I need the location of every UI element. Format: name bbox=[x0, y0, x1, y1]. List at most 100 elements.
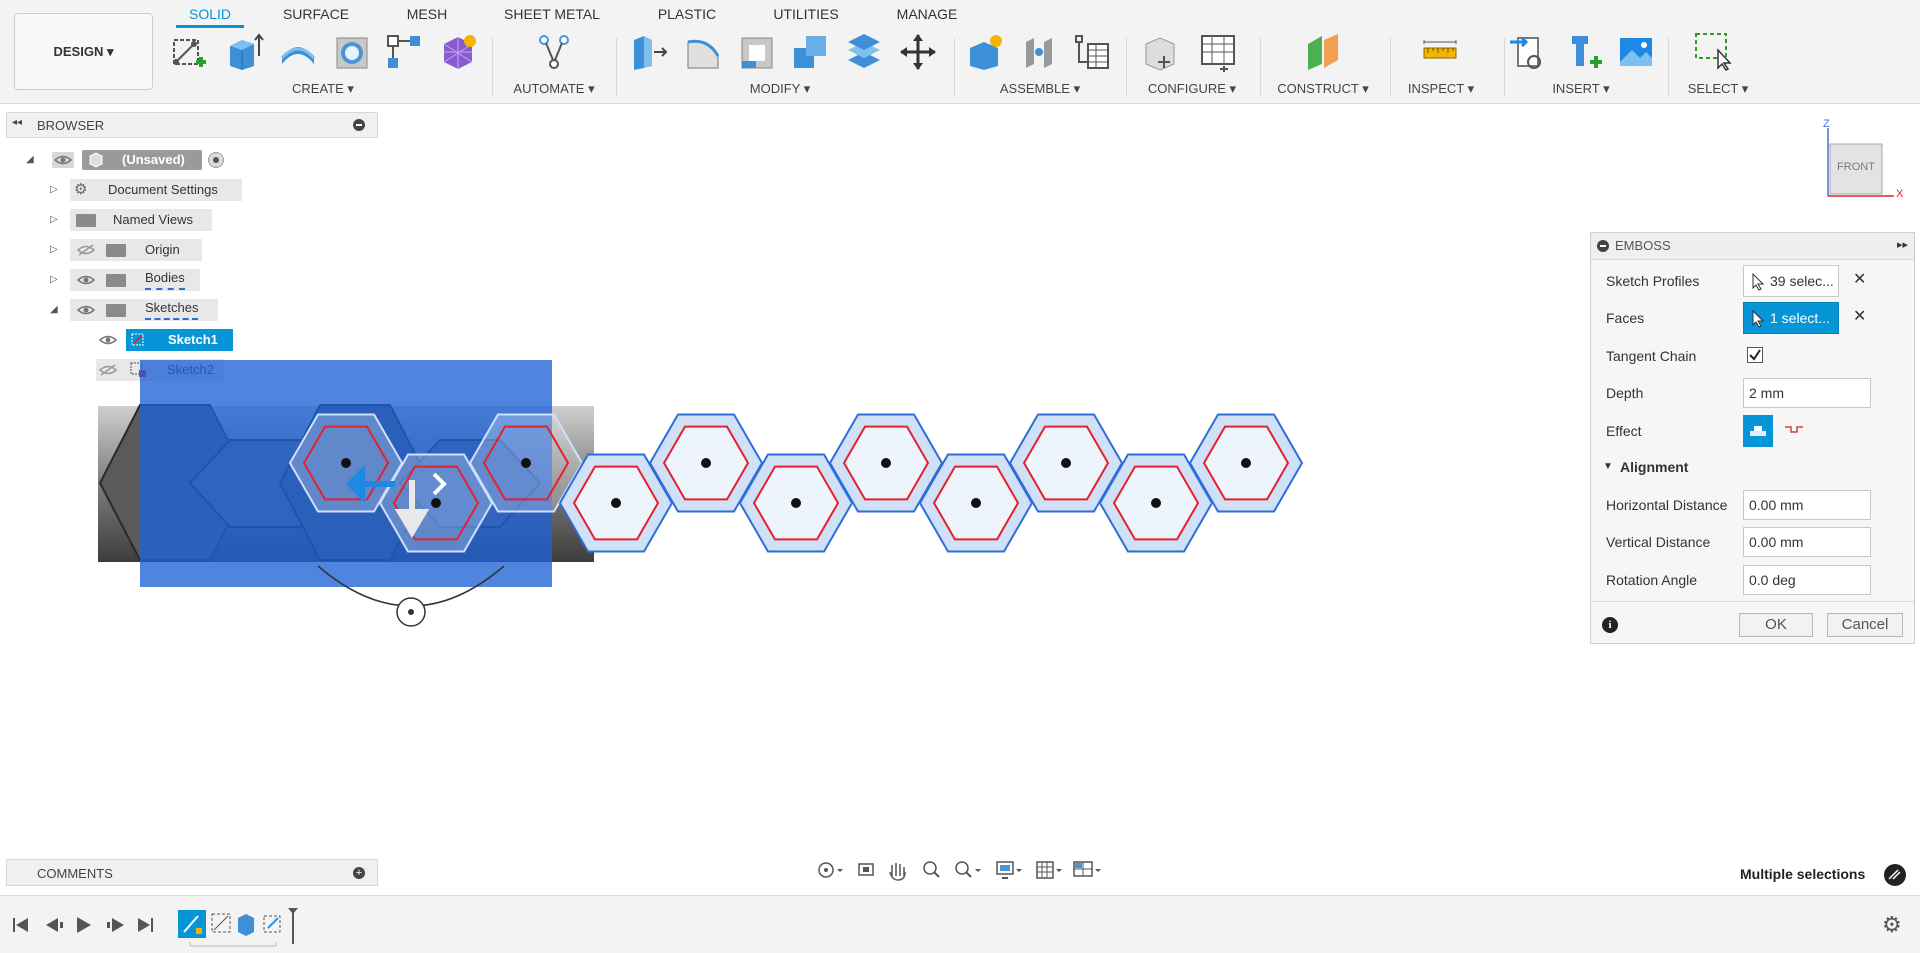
viewcube-z-label: Z bbox=[1823, 118, 1830, 130]
tab-sheet-metal[interactable]: SHEET METAL bbox=[494, 4, 610, 24]
combine-icon[interactable] bbox=[790, 32, 830, 72]
tab-solid[interactable]: SOLID bbox=[176, 4, 244, 24]
faces-selector[interactable]: 1 select... bbox=[1743, 302, 1839, 334]
select-menu[interactable]: SELECT ▾ bbox=[1668, 81, 1768, 97]
create-menu[interactable]: CREATE ▾ bbox=[280, 81, 366, 97]
fillet-icon[interactable] bbox=[684, 32, 724, 72]
move-icon[interactable] bbox=[898, 32, 938, 72]
minimize-icon[interactable] bbox=[353, 119, 365, 131]
browser-header[interactable]: ◂◂ BROWSER bbox=[6, 112, 378, 138]
hidden-eye-icon[interactable] bbox=[75, 243, 97, 257]
effect-emboss-button[interactable] bbox=[1743, 415, 1773, 447]
shell-icon[interactable] bbox=[738, 32, 778, 72]
clear-profiles-icon[interactable]: ✕ bbox=[1853, 269, 1866, 289]
pattern-icon[interactable] bbox=[384, 32, 424, 72]
activate-radio-icon[interactable] bbox=[208, 152, 224, 168]
emboss-header[interactable]: EMBOSS ▸▸ bbox=[1591, 233, 1914, 260]
ok-button[interactable]: OK bbox=[1739, 613, 1813, 637]
automate-icon[interactable] bbox=[534, 32, 574, 72]
tree-item-sketches[interactable]: ◢ Sketches bbox=[0, 298, 380, 322]
hexagon-outer bbox=[918, 453, 1034, 553]
revolve-icon[interactable] bbox=[278, 32, 318, 72]
configure-menu[interactable]: CONFIGURE ▾ bbox=[1142, 81, 1242, 97]
horizontal-distance-input[interactable]: 0.00 mm bbox=[1743, 490, 1871, 520]
tree-item-label: Sketches bbox=[145, 298, 199, 320]
tab-plastic[interactable]: PLASTIC bbox=[648, 4, 726, 24]
alignment-section-label[interactable]: Alignment bbox=[1620, 459, 1688, 475]
rotation-angle-input[interactable]: 0.0 deg bbox=[1743, 565, 1871, 595]
visibility-icon[interactable] bbox=[75, 273, 97, 287]
tab-surface[interactable]: SURFACE bbox=[276, 4, 356, 24]
bill-of-materials-icon[interactable] bbox=[1072, 32, 1112, 72]
pan-icon bbox=[889, 863, 906, 881]
new-component-icon[interactable] bbox=[966, 32, 1006, 72]
minimize-icon[interactable] bbox=[1597, 240, 1609, 252]
workspace-switcher[interactable]: DESIGN ▾ bbox=[14, 13, 153, 90]
measure-icon[interactable] bbox=[1420, 32, 1460, 72]
tab-utilities[interactable]: UTILITIES bbox=[764, 4, 848, 24]
insert-derive-icon[interactable] bbox=[1508, 32, 1548, 72]
extrude-icon[interactable] bbox=[224, 32, 264, 72]
configure-icon[interactable] bbox=[1142, 32, 1182, 72]
collapse-icon[interactable]: ◢ bbox=[26, 148, 34, 172]
tree-item-label: Named Views bbox=[113, 212, 193, 227]
select-icon[interactable] bbox=[1694, 32, 1734, 72]
tree-item-document-settings[interactable]: ▷ ⚙ Document Settings bbox=[0, 178, 380, 202]
automate-menu[interactable]: AUTOMATE ▾ bbox=[504, 81, 604, 97]
depth-input[interactable]: 2 mm bbox=[1743, 378, 1871, 408]
collapse-browser-icon[interactable]: ◂◂ bbox=[12, 117, 22, 128]
tree-item-bodies[interactable]: ▷ Bodies bbox=[0, 268, 380, 292]
construct-menu[interactable]: CONSTRUCT ▾ bbox=[1272, 81, 1374, 97]
expand-icon[interactable]: ▷ bbox=[50, 238, 58, 262]
look-at-icon bbox=[858, 863, 874, 876]
tree-item-sketch1[interactable]: Sketch1 bbox=[0, 328, 380, 352]
cursor-arrow-icon bbox=[1752, 273, 1764, 291]
comments-panel[interactable]: COMMENTS + bbox=[6, 859, 378, 886]
tangent-chain-checkbox[interactable] bbox=[1747, 347, 1763, 363]
joint-icon[interactable] bbox=[1020, 32, 1060, 72]
collapse-icon[interactable]: ◢ bbox=[50, 298, 58, 322]
viewcube-front-face[interactable]: FRONT bbox=[1830, 161, 1882, 173]
info-icon[interactable]: i bbox=[1602, 617, 1618, 633]
insert-mcmaster-icon[interactable] bbox=[1562, 32, 1602, 72]
expand-icon[interactable]: ▷ bbox=[50, 178, 58, 202]
offset-face-icon[interactable] bbox=[844, 32, 884, 72]
tree-item-named-views[interactable]: ▷ Named Views bbox=[0, 208, 380, 232]
expand-icon[interactable]: ▷ bbox=[50, 268, 58, 292]
construct-plane-icon[interactable] bbox=[1304, 32, 1344, 72]
expand-icon[interactable]: ▷ bbox=[50, 208, 58, 232]
modify-menu[interactable]: MODIFY ▾ bbox=[732, 81, 828, 97]
visibility-icon[interactable] bbox=[75, 303, 97, 317]
hexagon-center-point bbox=[1061, 458, 1071, 468]
expand-dialog-icon[interactable]: ▸▸ bbox=[1897, 238, 1908, 251]
configuration-table-icon[interactable] bbox=[1198, 32, 1238, 72]
press-pull-icon[interactable] bbox=[630, 32, 670, 72]
hexagon-profile bbox=[752, 465, 840, 541]
clear-faces-icon[interactable]: ✕ bbox=[1853, 306, 1866, 326]
visibility-icon[interactable] bbox=[52, 152, 74, 168]
effect-deboss-button[interactable] bbox=[1779, 415, 1809, 447]
cancel-button[interactable]: Cancel bbox=[1827, 613, 1903, 637]
sketch-profiles-selector[interactable]: 39 selec... bbox=[1743, 265, 1839, 297]
timeline-settings-gear-icon[interactable]: ⚙ bbox=[1882, 912, 1902, 938]
vertical-distance-input[interactable]: 0.00 mm bbox=[1743, 527, 1871, 557]
hidden-eye-icon[interactable] bbox=[97, 363, 119, 377]
inspect-menu[interactable]: INSPECT ▾ bbox=[1390, 81, 1492, 97]
tree-item-origin[interactable]: ▷ Origin bbox=[0, 238, 380, 262]
manipulator bbox=[317, 464, 505, 627]
create-sketch-icon[interactable] bbox=[168, 32, 208, 72]
add-comment-icon[interactable]: + bbox=[353, 867, 365, 879]
visibility-icon[interactable] bbox=[97, 333, 119, 347]
autodesk-icon[interactable] bbox=[1884, 864, 1906, 886]
assemble-menu[interactable]: ASSEMBLE ▾ bbox=[990, 81, 1090, 97]
hole-icon[interactable] bbox=[332, 32, 372, 72]
tree-root[interactable]: ◢ (Unsaved) bbox=[0, 148, 380, 172]
collapse-section-icon[interactable]: ▼ bbox=[1603, 461, 1613, 472]
insert-menu[interactable]: INSERT ▾ bbox=[1526, 81, 1636, 97]
viewcube[interactable]: Z X FRONT bbox=[1816, 118, 1920, 208]
create-form-icon[interactable] bbox=[438, 32, 478, 72]
tab-manage[interactable]: MANAGE bbox=[888, 4, 966, 24]
canvas-icon[interactable] bbox=[1616, 32, 1656, 72]
tab-mesh[interactable]: MESH bbox=[396, 4, 458, 24]
tree-item-sketch2[interactable]: Sketch2 bbox=[0, 358, 380, 382]
